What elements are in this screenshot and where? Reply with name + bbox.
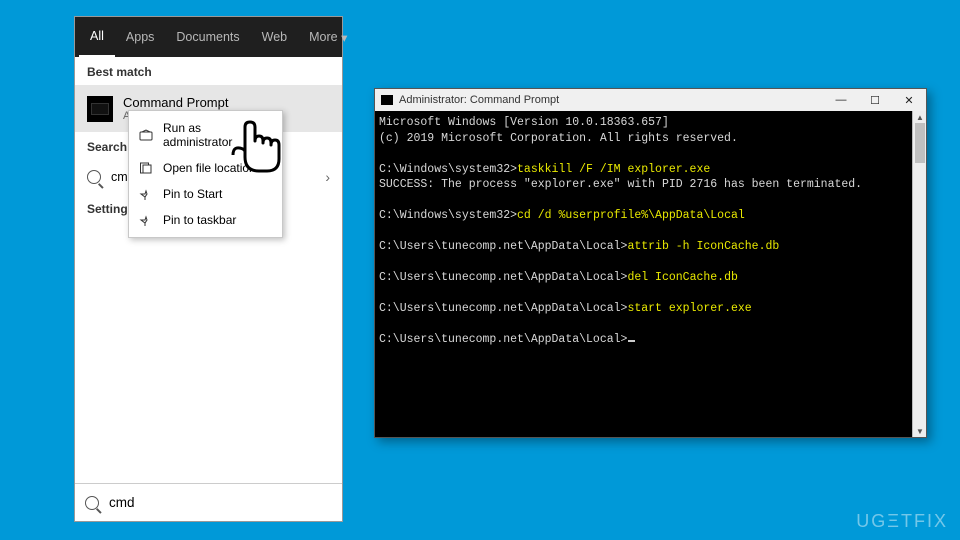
close-button[interactable]: ✕ [892, 89, 926, 111]
tab-apps[interactable]: Apps [115, 17, 166, 57]
terminal-output[interactable]: Microsoft Windows [Version 10.0.18363.65… [375, 111, 926, 437]
command-prompt-icon [87, 96, 113, 122]
tab-documents[interactable]: Documents [165, 17, 250, 57]
folder-icon [139, 161, 153, 175]
cmd-titlebar[interactable]: Administrator: Command Prompt — ☐ ✕ [375, 89, 926, 111]
tab-all[interactable]: All [79, 17, 115, 57]
search-tabs: All Apps Documents Web More ▾ [75, 17, 342, 57]
scrollbar-vertical[interactable]: ▲ ▼ [912, 111, 926, 437]
search-icon [87, 170, 101, 184]
ctx-pin-to-start[interactable]: Pin to Start [129, 181, 282, 207]
section-best-match: Best match [75, 57, 342, 85]
maximize-button[interactable]: ☐ [858, 89, 892, 111]
command-prompt-window: Administrator: Command Prompt — ☐ ✕ Micr… [374, 88, 927, 438]
shield-icon [139, 128, 153, 142]
ctx-run-as-admin[interactable]: Run as administrator [129, 115, 282, 155]
best-match-title: Command Prompt [123, 95, 228, 110]
search-icon [85, 496, 99, 510]
minimize-button[interactable]: — [824, 89, 858, 111]
cmd-titlebar-icon [381, 95, 393, 105]
cmd-title: Administrator: Command Prompt [399, 94, 559, 106]
search-panel: All Apps Documents Web More ▾ Best match… [74, 16, 343, 522]
tab-web[interactable]: Web [251, 17, 298, 57]
pin-start-icon [139, 187, 153, 201]
tab-more[interactable]: More ▾ [298, 17, 358, 57]
scroll-down-icon[interactable]: ▼ [913, 425, 927, 437]
scroll-up-icon[interactable]: ▲ [913, 111, 927, 123]
ctx-pin-to-taskbar[interactable]: Pin to taskbar [129, 207, 282, 233]
context-menu: Run as administrator Open file location … [128, 110, 283, 238]
search-box [75, 483, 342, 521]
pin-taskbar-icon [139, 213, 153, 227]
search-input[interactable] [109, 495, 332, 510]
chevron-right-icon: › [325, 169, 330, 185]
watermark: UGΞTFIX [856, 511, 948, 532]
ctx-open-file-location[interactable]: Open file location [129, 155, 282, 181]
scrollbar-thumb[interactable] [915, 123, 925, 163]
